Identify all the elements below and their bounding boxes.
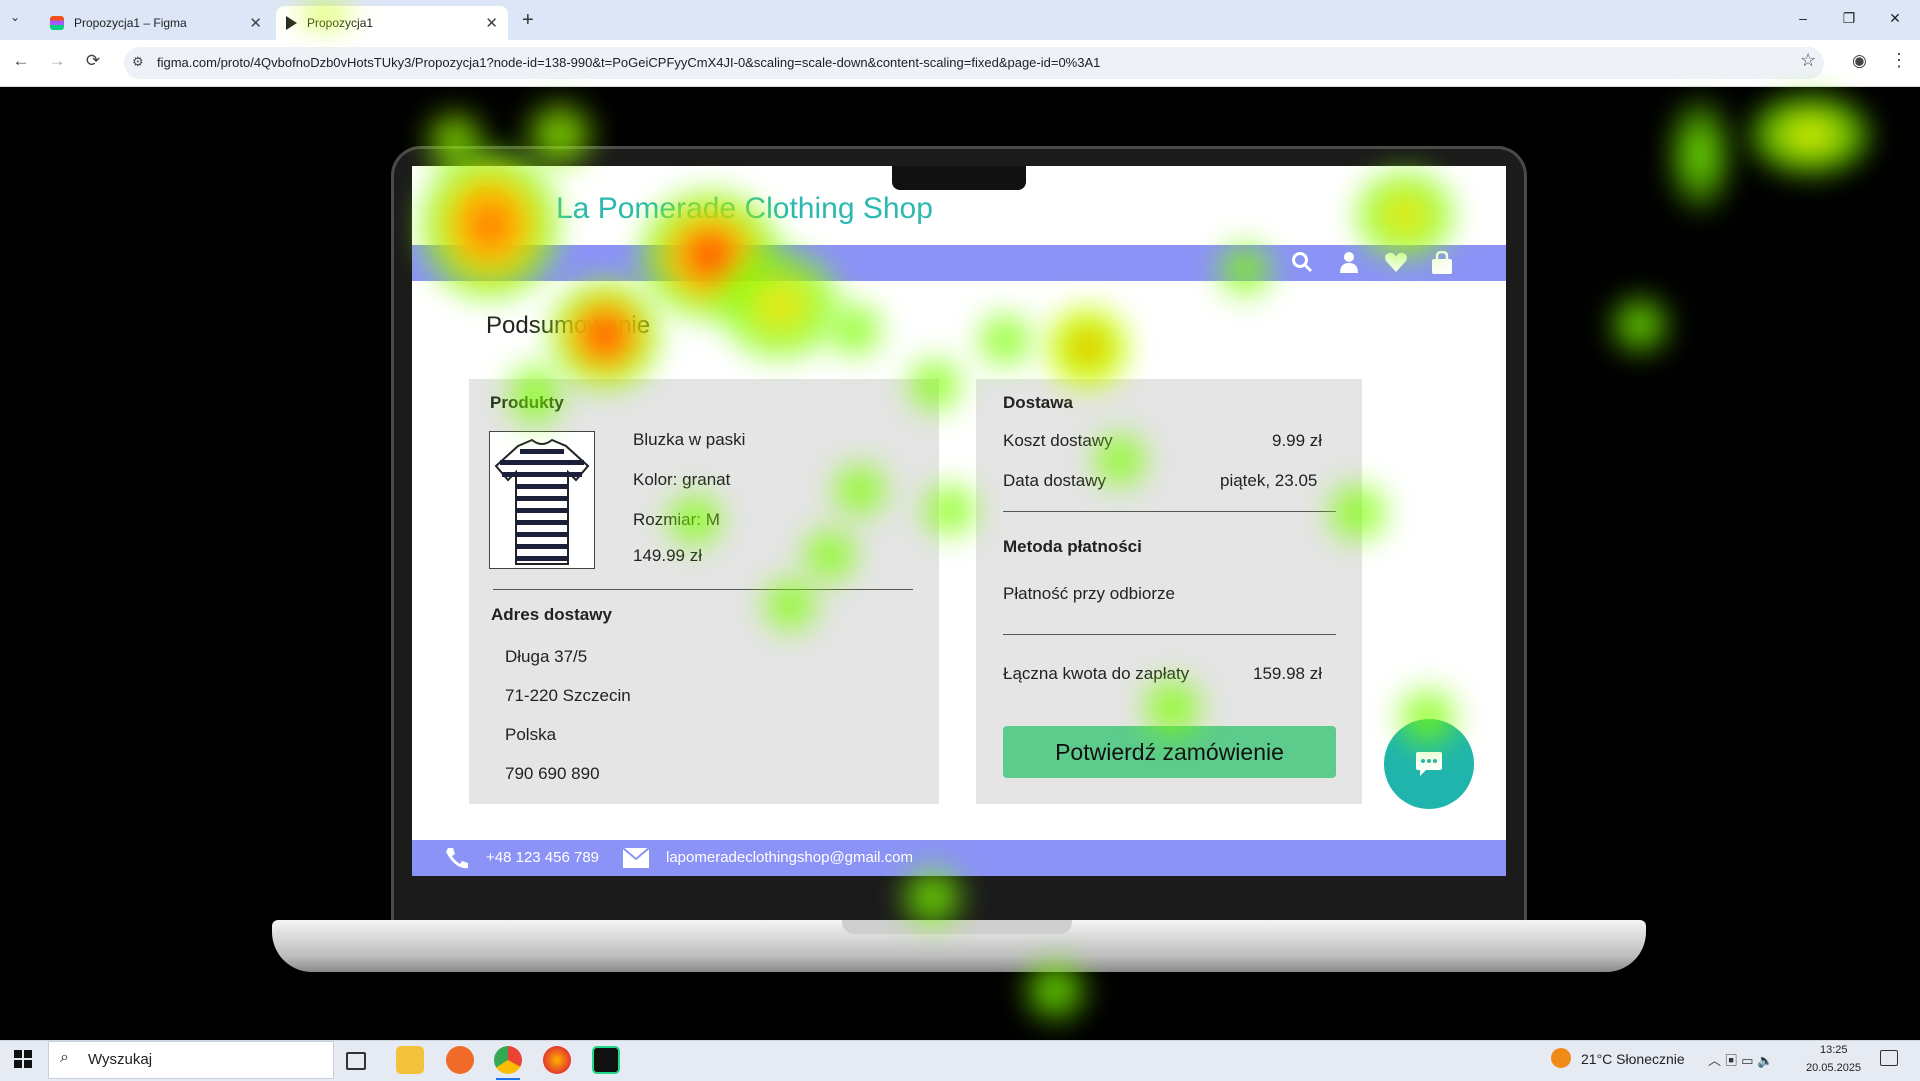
address-heading: Adres dostawy [491, 605, 612, 624]
pycharm-icon[interactable] [592, 1046, 620, 1074]
window-controls: – ❐ ✕ [1780, 10, 1918, 28]
new-tab-button[interactable]: + [522, 9, 534, 32]
chat-button[interactable] [1384, 719, 1474, 809]
close-window-button[interactable]: ✕ [1872, 10, 1918, 27]
search-icon: ⌕ [60, 1049, 69, 1066]
user-icon[interactable] [1337, 251, 1361, 275]
delivery-cost-label: Koszt dostawy [1003, 431, 1113, 450]
shop-footer: +48 123 456 789 lapomeradeclothingshop@g… [412, 840, 1506, 876]
clock-time[interactable]: 13:25 [1820, 1044, 1848, 1056]
shop-brand-name[interactable]: La Pomerade Clothing Shop [556, 192, 933, 226]
phone-icon [444, 846, 470, 875]
delivery-cost-value: 9.99 zł [1272, 431, 1323, 450]
total-label: Łączna kwota do zapłaty [1003, 664, 1190, 683]
weather-text[interactable]: 21°C Słonecznie [1581, 1051, 1685, 1067]
task-view-icon[interactable] [346, 1052, 366, 1070]
restore-button[interactable]: ❐ [1826, 10, 1872, 27]
shop-screen: La Pomerade Clothing Shop Podsumowanie P… [412, 166, 1506, 876]
heatmap-spot [1610, 295, 1670, 355]
address-phone: 790 690 890 [505, 764, 600, 783]
order-details-card: Produkty Bluzka w paski Kolor: granat Ro… [469, 379, 939, 804]
page-title: Podsumowanie [486, 312, 651, 339]
browser-menu-icon[interactable]: ⋮ [1890, 50, 1908, 71]
back-button[interactable]: ← [9, 51, 33, 71]
shop-nav-bar [412, 245, 1506, 281]
delivery-date-label: Data dostawy [1003, 471, 1106, 490]
address-country: Polska [505, 725, 557, 744]
address-street: Długa 37/5 [505, 647, 588, 666]
windows-start-icon[interactable] [14, 1050, 32, 1073]
total-value: 159.98 zł [1253, 664, 1322, 683]
address-city: 71-220 Szczecin [505, 686, 631, 705]
url-text[interactable]: figma.com/proto/4QvbofnoDzb0vHotsTUky3/P… [157, 55, 1100, 70]
divider [493, 589, 913, 590]
play-icon [286, 16, 297, 30]
product-color: Kolor: granat [633, 470, 731, 489]
heart-icon[interactable] [1384, 251, 1408, 275]
chat-bubble-icon [1416, 752, 1442, 776]
divider [1003, 511, 1336, 512]
product-size: Rozmiar: M [633, 510, 720, 529]
divider [1003, 634, 1336, 635]
search-icon[interactable] [1290, 251, 1314, 275]
minimize-button[interactable]: – [1780, 10, 1826, 26]
footer-phone[interactable]: +48 123 456 789 [486, 849, 599, 866]
reload-button[interactable]: ⟳ [81, 51, 105, 71]
weather-sun-icon[interactable] [1551, 1048, 1571, 1068]
app-icon[interactable] [446, 1046, 474, 1074]
delivery-payment-card: Dostawa Koszt dostawy 9.99 zł Data dosta… [976, 379, 1362, 804]
figma-icon [50, 16, 64, 30]
clock-date[interactable]: 20.05.2025 [1806, 1062, 1861, 1074]
system-tray-icons[interactable]: ︿ ▣ ▭ 🔈 [1708, 1050, 1773, 1069]
chrome-icon[interactable] [494, 1046, 522, 1074]
close-tab-icon[interactable]: ✕ [485, 14, 498, 32]
site-settings-icon[interactable]: ⚙ [132, 54, 144, 70]
profile-icon[interactable]: ◉ [1852, 51, 1867, 71]
file-explorer-icon[interactable] [396, 1046, 424, 1074]
laptop-lip [842, 920, 1072, 934]
product-price: 149.99 zł [633, 546, 702, 565]
mail-icon [622, 847, 650, 874]
laptop-camera-notch [892, 166, 1026, 190]
confirm-order-button[interactable]: Potwierdź zamówienie [1003, 726, 1336, 778]
heatmap-spot [1670, 100, 1730, 210]
forward-button[interactable]: → [45, 51, 69, 71]
payment-heading: Metoda płatności [1003, 537, 1142, 556]
payment-method: Płatność przy odbiorze [1003, 584, 1175, 603]
notifications-icon[interactable] [1880, 1050, 1898, 1066]
product-name: Bluzka w paski [633, 430, 746, 449]
heatmap-spot [1750, 95, 1870, 175]
taskbar-search-placeholder: Wyszukaj [88, 1051, 153, 1068]
tab-list-chevron-icon[interactable]: ⌄ [10, 10, 20, 24]
delivery-date-value: piątek, 23.05 [1220, 471, 1318, 490]
delivery-heading: Dostawa [1003, 393, 1073, 412]
bookmark-star-icon[interactable]: ☆ [1800, 50, 1816, 71]
tab-title: Propozycja1 – Figma [74, 16, 187, 30]
footer-email[interactable]: lapomeradeclothingshop@gmail.com [666, 849, 913, 866]
bag-icon[interactable] [1430, 250, 1454, 275]
firefox-icon[interactable] [543, 1046, 571, 1074]
products-heading: Produkty [490, 393, 564, 412]
tab-prototype[interactable]: Propozycja1 ✕ [276, 6, 508, 40]
tab-figma[interactable]: Propozycja1 – Figma ✕ [40, 6, 272, 40]
shop-logo [464, 186, 512, 234]
product-image[interactable] [489, 431, 595, 569]
tab-title: Propozycja1 [307, 16, 374, 30]
close-tab-icon[interactable]: ✕ [249, 14, 262, 32]
